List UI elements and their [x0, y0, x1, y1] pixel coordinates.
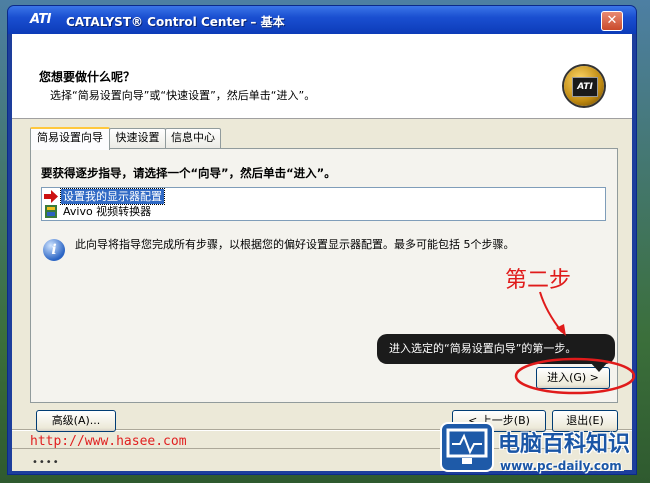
catalyst-window: ATI CATALYST® Control Center – 基本 ✕ 您想要做…: [8, 6, 636, 474]
step-annotation: 第二步: [505, 268, 572, 293]
list-item[interactable]: Avivo 视频转换器: [44, 204, 604, 219]
tab-info-center[interactable]: 信息中心: [165, 128, 221, 148]
list-item-label: Avivo 视频转换器: [63, 205, 152, 218]
watermark-title: 电脑百科知识: [498, 432, 631, 457]
site-watermark: 电脑百科知识 www.pc-daily.com: [440, 418, 650, 483]
title-bar[interactable]: ATI CATALYST® Control Center – 基本 ✕: [8, 6, 636, 34]
watermark-url: www.pc-daily.com: [500, 459, 622, 473]
ati-badge-icon: ATI: [564, 66, 604, 106]
highlight-ellipse: [514, 357, 636, 395]
red-arrow-icon: [44, 190, 58, 203]
ati-badge-label: ATI: [572, 77, 598, 97]
window-client-area: 您想要做什么呢？ 选择“简易设置向导”或“快速设置”，然后单击“进入”。 ATI…: [12, 34, 632, 470]
tab-quick-setup[interactable]: 快速设置: [109, 128, 166, 148]
window-title: CATALYST® Control Center – 基本: [66, 15, 285, 29]
instruction-text: 要获得逐步指导，请选择一个“向导”，然后单击“进入”。: [41, 166, 336, 180]
header-panel: 您想要做什么呢？ 选择“简易设置向导”或“快速设置”，然后单击“进入”。 ATI: [12, 34, 632, 119]
tab-easy-setup-wizard[interactable]: 简易设置向导: [30, 127, 110, 150]
page-subtitle: 选择“简易设置向导”或“快速设置”，然后单击“进入”。: [50, 89, 316, 102]
info-icon: i: [43, 239, 65, 261]
overlay-url: http://www.hasee.com: [30, 434, 187, 449]
annotation-arrow-icon: [539, 291, 566, 336]
wizard-listbox[interactable]: 设置我的显示器配置 Avivo 视频转换器: [41, 187, 606, 221]
film-icon: [45, 205, 57, 218]
list-item-label: 设置我的显示器配置: [60, 188, 165, 205]
monitor-logo-icon: [440, 422, 494, 472]
info-description: 此向导将指导您完成所有步骤，以根据您的偏好设置显示器配置。最多可能包括 5个步骤…: [75, 238, 515, 251]
close-icon: ✕: [606, 13, 618, 28]
close-button[interactable]: ✕: [601, 11, 623, 31]
page-title: 您想要做什么呢？: [39, 70, 136, 84]
list-item[interactable]: 设置我的显示器配置: [44, 188, 604, 205]
advanced-button[interactable]: 高级(A)...: [36, 410, 116, 432]
ati-logo: ATI: [30, 12, 52, 27]
resize-grip-icon[interactable]: ••••: [32, 457, 60, 468]
